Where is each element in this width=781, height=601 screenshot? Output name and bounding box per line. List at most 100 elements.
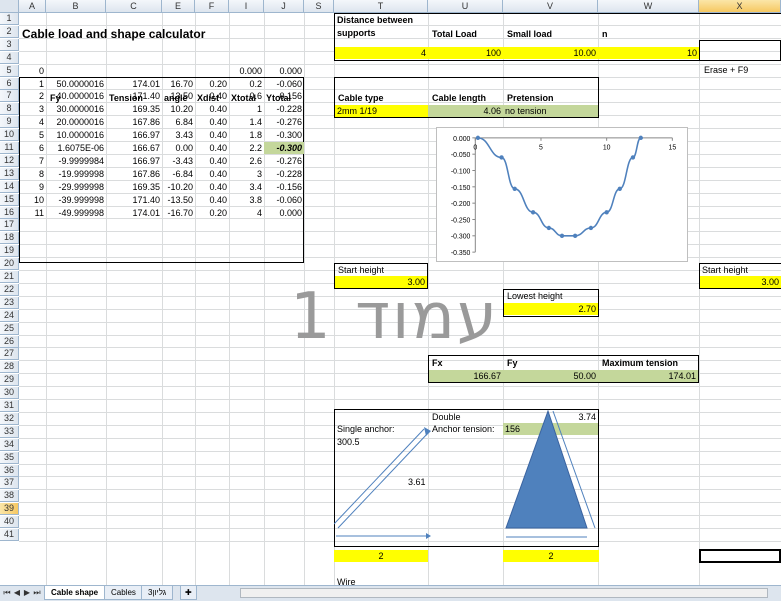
row-header[interactable]: 27 [0,348,19,361]
row-header[interactable]: 25 [0,322,19,335]
table-cell-index[interactable]: 9 [19,181,46,193]
row-header[interactable]: 29 [0,374,19,387]
table-cell-angle[interactable]: -3.43 [162,155,195,167]
row-header[interactable]: 14 [0,180,19,193]
col-header-v[interactable]: V [503,0,598,13]
last-sheet-icon[interactable]: ⏭ [32,588,42,598]
col-header-f[interactable]: F [195,0,229,13]
single-anchor-count[interactable]: 2 [334,550,428,562]
table-cell-tension[interactable]: 166.67 [106,142,162,154]
table-cell-xtotal[interactable]: 4 [229,207,264,219]
table-cell-fy[interactable]: -19.999998 [46,168,106,180]
row-header[interactable]: 23 [0,296,19,309]
tab-sheet3[interactable]: גליון3 [141,586,174,600]
table-cell-ytotal[interactable]: -0.228 [264,103,304,115]
row-header[interactable]: 6 [0,77,19,90]
table-cell-ytotal[interactable]: -0.276 [264,155,304,167]
row-header[interactable]: 16 [0,206,19,219]
row-header[interactable]: 4 [0,51,19,64]
table-cell-ytotal[interactable]: -0.300 [264,142,304,154]
row-header[interactable]: 36 [0,464,19,477]
horizontal-scrollbar[interactable] [240,588,768,598]
table-cell-angle[interactable]: 13.50 [162,90,195,102]
row-header[interactable]: 38 [0,490,19,503]
col-header-b[interactable]: B [46,0,106,13]
col-header-c[interactable]: C [106,0,162,13]
table-cell-xdist[interactable]: 0.40 [195,181,229,193]
table-cell-xdist[interactable]: 0.40 [195,103,229,115]
row-header[interactable]: 28 [0,361,19,374]
row-header[interactable]: 31 [0,400,19,412]
row-header[interactable]: 26 [0,335,19,348]
table-cell-tension[interactable]: 171.40 [106,194,162,206]
table-cell-index[interactable]: 3 [19,103,46,115]
table-cell-xdist[interactable]: 0.20 [195,207,229,219]
table-cell-xdist[interactable] [195,65,229,77]
table-cell-xdist[interactable]: 0.40 [195,194,229,206]
table-cell-index[interactable]: 0 [19,65,46,77]
row-header[interactable]: 15 [0,193,19,206]
table-cell-angle[interactable]: -6.84 [162,168,195,180]
cable-type-cell[interactable]: 2mm 1/19 [335,105,428,117]
row-header[interactable]: 2 [0,25,19,38]
table-cell-xtotal[interactable]: 3.8 [229,194,264,206]
row-header[interactable]: 13 [0,167,19,180]
fx-cell[interactable]: 166.67 [429,370,503,382]
table-cell-fy[interactable]: -49.999998 [46,207,106,219]
table-cell-index[interactable]: 1 [19,78,46,90]
cable-shape-chart[interactable]: 0.000 -0.050 -0.100 -0.150 -0.200 -0.250 -0.30… [436,127,688,262]
table-cell-xdist[interactable]: 0.20 [195,78,229,90]
table-cell-ytotal[interactable]: -0.156 [264,181,304,193]
row-header[interactable]: 40 [0,516,19,529]
start-height-right-cell[interactable]: 3.00 [700,276,781,288]
row-header[interactable]: 35 [0,451,19,464]
row-header[interactable]: 20 [0,258,19,271]
row-header[interactable]: 22 [0,283,19,296]
table-cell-xtotal[interactable]: 1 [229,103,264,115]
table-cell-ytotal[interactable]: -0.276 [264,116,304,128]
table-cell-fy[interactable]: 50.0000016 [46,78,106,90]
table-cell-angle[interactable]: 0.00 [162,142,195,154]
table-cell-tension[interactable]: 169.35 [106,103,162,115]
row-header[interactable]: 30 [0,387,19,400]
table-cell-xtotal[interactable]: 2.2 [229,142,264,154]
first-sheet-icon[interactable]: ⏮ [2,588,12,598]
table-cell-ytotal[interactable]: -0.060 [264,78,304,90]
table-cell-index[interactable]: 6 [19,142,46,154]
table-cell-tension[interactable]: 167.86 [106,168,162,180]
pretension-cell[interactable]: no tension [503,105,598,117]
table-cell-angle[interactable]: -13.50 [162,194,195,206]
col-header-u[interactable]: U [428,0,503,13]
row-header[interactable]: 10 [0,129,19,142]
table-cell-index[interactable]: 11 [19,207,46,219]
table-cell-xdist[interactable]: 0.40 [195,116,229,128]
double-anchor-count[interactable]: 2 [503,550,599,562]
col-header-s[interactable]: S [304,0,334,13]
row-header[interactable]: 19 [0,245,19,258]
col-header-e[interactable]: E [162,0,195,13]
row-header[interactable]: 17 [0,219,19,232]
lowest-height-cell[interactable]: 2.70 [504,303,598,315]
table-cell-index[interactable]: 2 [19,90,46,102]
row-header[interactable]: 12 [0,154,19,167]
table-cell-tension[interactable]: 166.97 [106,155,162,167]
select-all-corner[interactable] [0,0,19,13]
table-cell-angle[interactable]: -10.20 [162,181,195,193]
table-cell-tension[interactable]: 169.35 [106,181,162,193]
max-tension-cell[interactable]: 174.01 [598,370,698,382]
tab-cables[interactable]: Cables [104,586,143,600]
row-header[interactable]: 3 [0,38,19,51]
table-cell-xtotal[interactable]: 3.4 [229,181,264,193]
fy-cell[interactable]: 50.00 [503,370,598,382]
table-cell-fy[interactable]: 1.6075E-06 [46,142,106,154]
table-cell-tension[interactable] [106,65,162,77]
table-cell-fy[interactable]: 10.0000016 [46,129,106,141]
table-cell-xtotal[interactable]: 3 [229,168,264,180]
table-cell-angle[interactable]: 16.70 [162,78,195,90]
row-header[interactable]: 39 [0,503,19,516]
row-header[interactable]: 8 [0,103,19,116]
table-cell-tension[interactable]: 166.97 [106,129,162,141]
table-cell-xdist[interactable]: 0.40 [195,155,229,167]
table-cell-xdist[interactable]: 0.40 [195,168,229,180]
col-header-j[interactable]: J [264,0,304,13]
